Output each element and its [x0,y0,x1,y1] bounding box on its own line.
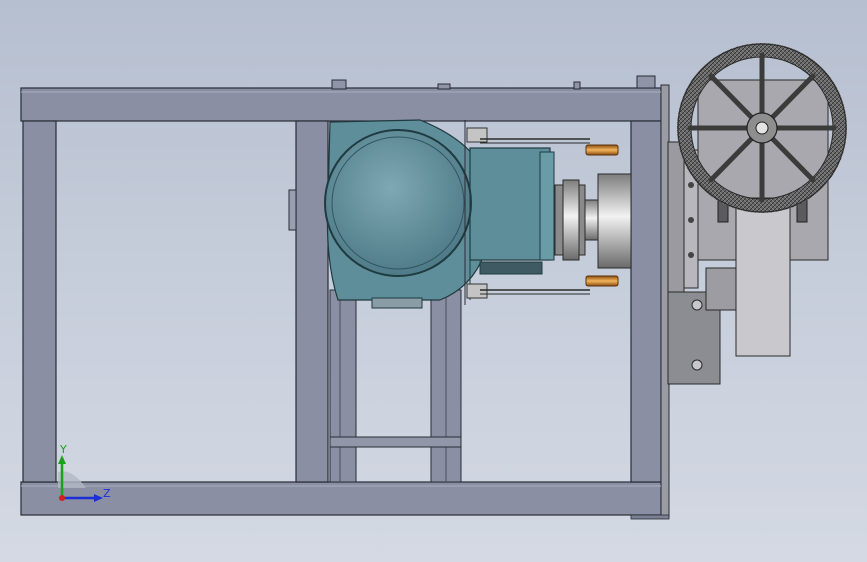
frame-left-post [22,120,57,483]
axis-z-label: Z [103,487,111,500]
motor-icon [324,129,472,277]
axis-y-label: Y [59,443,67,456]
frame-right-post [630,120,662,483]
top-nut [437,83,451,90]
motor [324,119,555,309]
frame-top-beam [20,87,662,122]
top-nut [331,79,347,90]
side-bracket [288,189,297,231]
stand-leg-left [329,289,357,483]
frame-mid-post [295,120,329,483]
frame-bottom-beam [20,481,662,516]
frame-bottom-edge [630,514,670,520]
bolt [585,144,619,156]
assembly-drawing: Y Z [20,43,847,520]
top-nut [636,75,656,89]
coupling-hub [597,173,632,269]
cad-viewport[interactable]: Y Z [0,0,867,562]
bolt [585,275,619,287]
top-nut [573,81,581,90]
stand-crossbar [329,436,462,448]
handwheel-icon[interactable] [677,43,847,213]
motor-stand [329,289,462,483]
shaft-coupling [554,173,632,269]
